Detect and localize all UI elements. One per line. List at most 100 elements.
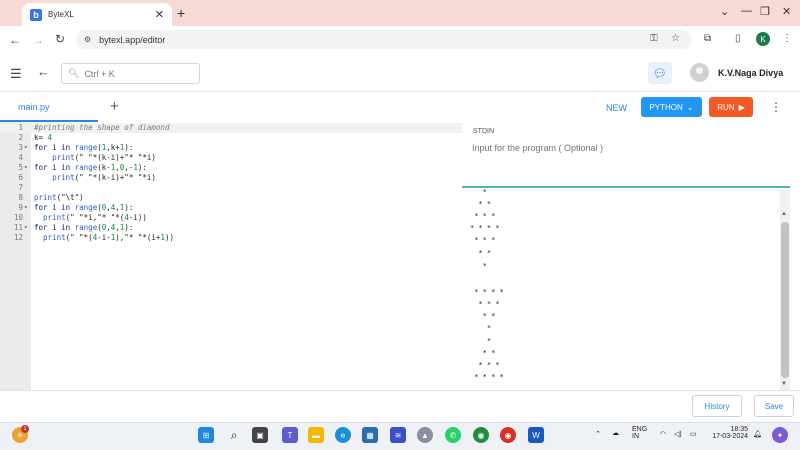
code-line[interactable]: 7 [0, 183, 462, 193]
volume-icon[interactable]: ◁) [674, 430, 682, 438]
history-button[interactable]: History [692, 395, 742, 417]
chevron-down-icon[interactable]: ⌄ [720, 5, 729, 18]
clock[interactable]: 18:35 17-03-2024 [708, 426, 748, 440]
visual-studio-icon[interactable]: ≋ [390, 427, 406, 443]
code-line[interactable]: 12 print(" "*(4-i-1),"* "*(i+1)) [0, 233, 462, 243]
bytexl-favicon-icon: b [30, 8, 42, 21]
stdin-input[interactable] [472, 143, 772, 153]
user-name: K.V.Naga Divya [718, 68, 784, 78]
code-line[interactable]: 5 ▾ for i in range(k-1,0,-1): [0, 163, 462, 173]
line-number: 5 [18, 163, 23, 172]
line-number: 9 [18, 203, 23, 212]
battery-icon[interactable]: ▭ [690, 430, 697, 438]
play-icon: ▶ [738, 102, 745, 112]
fold-arrow-icon[interactable]: ▾ [24, 223, 28, 233]
output-line: * * * * [470, 224, 500, 232]
output-line: * * [470, 349, 496, 357]
file-tab-label: main.py [18, 102, 50, 112]
close-window-icon[interactable]: ✕ [782, 5, 791, 18]
line-number: 10 [13, 213, 23, 222]
back-icon[interactable]: ← [9, 33, 21, 47]
user-avatar[interactable] [690, 63, 709, 82]
language-indicator[interactable]: ENG IN [632, 426, 647, 440]
chevron-down-icon: ⌄ [686, 102, 694, 112]
code-text: print(" "*(k-i)+"* "*i) [52, 153, 156, 162]
add-file-button[interactable]: + [110, 98, 119, 115]
browser-menu-icon[interactable]: ⋮ [782, 33, 792, 44]
start-icon[interactable]: ⊞ [198, 427, 214, 443]
bookmark-star-icon[interactable]: ☆ [671, 33, 680, 44]
code-line[interactable]: 10 print(" "*i,"* "*(4-i)) [0, 213, 462, 223]
region-code: IN [632, 433, 639, 440]
new-tab-button[interactable]: + [177, 5, 185, 21]
browser-tab-title: ByteXL [48, 10, 74, 19]
file-explorer-icon[interactable]: ▬ [308, 427, 324, 443]
output-scrollbar-thumb[interactable] [781, 222, 789, 378]
language-select[interactable]: PYTHON ⌄ [641, 97, 702, 117]
search-taskbar-icon[interactable]: ⌕ [226, 427, 242, 443]
code-line[interactable]: 9 ▾ for i in range(0,4,1): [0, 203, 462, 213]
run-button[interactable]: RUN ▶ [709, 97, 753, 117]
onedrive-icon[interactable]: ☁ [612, 429, 619, 437]
store-icon[interactable]: ▦ [362, 427, 378, 443]
code-line[interactable]: 1 #printing the shape of diamond [0, 123, 462, 133]
line-number: 3 [18, 143, 23, 152]
menu-list-icon[interactable]: ☰ [10, 66, 22, 82]
edge-icon[interactable]: e [335, 427, 351, 443]
notification-badge: 1 [21, 425, 29, 433]
restore-icon[interactable]: ❐ [760, 5, 770, 18]
task-view-icon[interactable]: ▣ [252, 427, 268, 443]
search-box[interactable]: 🔍︎ [61, 63, 200, 84]
omnibox[interactable]: ⚙ bytexl.app/editor [76, 30, 692, 49]
tray-chevron-up-icon[interactable]: ⌃ [595, 430, 601, 438]
run-label: RUN [717, 102, 735, 112]
output-line: * * * * [470, 288, 504, 296]
teams-icon[interactable]: T [282, 427, 298, 443]
editor-footer [0, 390, 800, 422]
code-text: print(" "*(4-i-1),"* "*(i+1)) [43, 233, 174, 242]
extensions-icon[interactable]: ⧉ [704, 33, 711, 44]
chrome-icon[interactable]: ◉ [473, 427, 489, 443]
output-line: * [470, 188, 487, 196]
word-icon[interactable]: W [528, 427, 544, 443]
code-line[interactable]: 6 print(" "*(k-i)+"* "*i) [0, 173, 462, 183]
side-panel-icon[interactable]: ▯ [735, 33, 741, 44]
save-button[interactable]: Save [754, 395, 794, 417]
scroll-up-icon[interactable]: ▲ [781, 211, 787, 217]
back-arrow-icon[interactable]: ← [37, 64, 50, 79]
code-line[interactable]: 2 k= 4 [0, 133, 462, 143]
whatsapp-icon[interactable]: ✆ [445, 427, 461, 443]
chat-button[interactable]: 💬︎ [648, 62, 672, 84]
scroll-down-icon[interactable]: ▼ [781, 381, 787, 387]
browser-tab[interactable]: b ByteXL ✕ [22, 3, 172, 26]
output-line: * * [470, 249, 492, 257]
site-settings-icon[interactable]: ⚙ [84, 35, 91, 44]
code-line[interactable]: 3 ▾ for i in range(1,k+1): [0, 143, 462, 153]
chrome-profile-icon[interactable]: ◉ [500, 427, 516, 443]
close-tab-icon[interactable]: ✕ [155, 8, 164, 21]
password-key-icon[interactable]: ⚿ [650, 33, 658, 44]
forward-icon[interactable]: → [32, 33, 44, 47]
code-line[interactable]: 11 ▾ for i in range(0,4,1): [0, 223, 462, 233]
wifi-icon[interactable]: ◠ [660, 430, 666, 438]
fold-arrow-icon[interactable]: ▾ [24, 203, 28, 213]
search-input[interactable] [84, 68, 195, 79]
new-button[interactable]: NEW [606, 103, 627, 113]
more-options-icon[interactable]: ⋮ [770, 100, 782, 114]
fold-arrow-icon[interactable]: ▾ [24, 143, 28, 153]
date: 17-03-2024 [712, 433, 748, 440]
code-line[interactable]: 4 print(" "*(k-i)+"* "*i) [0, 153, 462, 163]
line-number: 11 [13, 223, 23, 232]
profile-avatar[interactable]: K [756, 32, 770, 46]
fold-arrow-icon[interactable]: ▾ [24, 163, 28, 173]
copilot-tray-icon[interactable]: ✦ [772, 427, 788, 443]
reload-icon[interactable]: ↻ [55, 32, 65, 46]
code-text: print("\t") [34, 193, 84, 202]
copilot-icon[interactable]: ▲ [417, 427, 433, 443]
tab-main-py[interactable]: main.py [0, 92, 98, 122]
stdin-label: STDIN [473, 128, 494, 135]
language-label: PYTHON [649, 102, 683, 112]
code-line[interactable]: 8 print("\t") [0, 193, 462, 203]
notifications-bell-icon[interactable]: 🔔︎ [753, 430, 762, 438]
minimize-icon[interactable]: — [741, 5, 752, 17]
